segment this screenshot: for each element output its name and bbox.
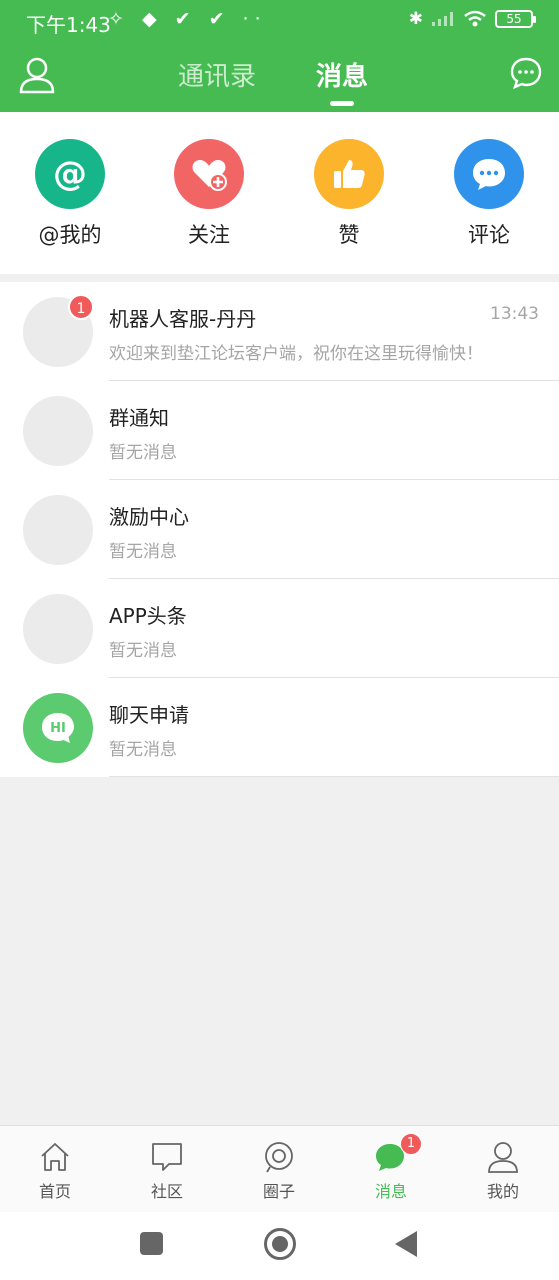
nav-label: 圈子 [262, 1182, 295, 1201]
nav-messages[interactable]: 1 消息 [351, 1133, 431, 1202]
avatar [23, 594, 93, 664]
battery-icon: 55 [495, 10, 536, 28]
message-row-app-headline[interactable]: APP头条 暂无消息 [0, 579, 559, 678]
quick-comment[interactable]: 评论 [434, 139, 544, 249]
app-header: 下午1:43 ✧ ◆ ✔ ✔ ·· ✱ 55 通讯录 消息 [0, 0, 559, 112]
message-preview: 暂无消息 [109, 542, 177, 562]
status-right: ✱ 55 [408, 9, 536, 29]
signal-icon [432, 12, 453, 26]
wifi-icon [464, 10, 486, 27]
message-preview: 暂无消息 [109, 641, 177, 661]
quick-label: 赞 [338, 223, 360, 247]
bottom-nav: 首页 社区 圈子 1 消息 我的 [0, 1125, 559, 1212]
message-preview: 暂无消息 [109, 443, 177, 463]
community-icon [150, 1140, 184, 1174]
quick-actions: @ @我的 关注 赞 评论 [0, 112, 559, 274]
quick-label: 评论 [468, 223, 510, 247]
nav-label: 我的 [486, 1182, 519, 1201]
nav-profile[interactable]: 我的 [463, 1140, 543, 1202]
heart-plus-icon [174, 139, 244, 209]
tab-messages[interactable]: 消息 [316, 56, 368, 93]
message-row-group-notice[interactable]: 群通知 暂无消息 [0, 381, 559, 480]
message-preview: 欢迎来到垫江论坛客户端，祝你在这里玩得愉快！ [109, 344, 483, 364]
svg-text:@: @ [53, 154, 87, 194]
message-row-chat-request[interactable]: HI 聊天申请 暂无消息 [0, 678, 559, 777]
thumbs-up-icon [314, 139, 384, 209]
message-row-robot[interactable]: 1 机器人客服-丹丹 13:43 欢迎来到垫江论坛客户端，祝你在这里玩得愉快！ [0, 282, 559, 381]
profile-icon [486, 1140, 520, 1174]
active-tab-indicator [330, 101, 354, 106]
quick-like[interactable]: 赞 [294, 139, 404, 249]
chat-bubble-icon[interactable] [509, 56, 543, 90]
nav-label: 首页 [38, 1182, 71, 1201]
message-title: APP头条 [109, 604, 187, 628]
notification-icons: ✧ ◆ ✔ ✔ ·· [108, 8, 267, 30]
avatar [23, 495, 93, 565]
message-icon: 1 [374, 1133, 422, 1174]
message-title: 聊天申请 [109, 703, 189, 727]
message-title: 群通知 [109, 406, 169, 430]
message-title: 机器人客服-丹丹 [109, 307, 257, 331]
quick-follow[interactable]: 关注 [154, 139, 264, 249]
nav-label: 消息 [374, 1182, 407, 1201]
system-nav-bar [0, 1212, 559, 1280]
hi-avatar-text: HI [50, 721, 66, 736]
bluetooth-icon: ✱ [408, 9, 423, 29]
avatar [23, 396, 93, 466]
nav-home[interactable]: 首页 [15, 1140, 95, 1202]
recent-apps-icon[interactable] [140, 1232, 163, 1255]
hi-avatar-icon: HI [23, 693, 93, 763]
divider [109, 776, 559, 777]
circle-icon [262, 1140, 296, 1174]
nav-label: 社区 [150, 1182, 183, 1201]
message-preview: 暂无消息 [109, 740, 177, 760]
quick-at-me[interactable]: @ @我的 [15, 139, 125, 249]
message-time: 13:43 [490, 304, 539, 324]
tab-contacts[interactable]: 通讯录 [178, 56, 256, 93]
user-icon[interactable] [18, 56, 56, 94]
comment-icon [454, 139, 524, 209]
message-list: 1 机器人客服-丹丹 13:43 欢迎来到垫江论坛客户端，祝你在这里玩得愉快！ … [0, 282, 559, 777]
back-icon[interactable] [395, 1231, 417, 1257]
quick-label: @我的 [38, 223, 102, 247]
home-icon [38, 1140, 72, 1174]
top-nav: 通讯录 消息 [0, 42, 559, 112]
nav-circle[interactable]: 圈子 [239, 1140, 319, 1202]
message-title: 激励中心 [109, 505, 189, 529]
home-button-icon[interactable] [264, 1228, 296, 1260]
unread-badge: 1 [68, 294, 94, 320]
nav-community[interactable]: 社区 [127, 1140, 207, 1202]
status-time: 下午1:43 [26, 13, 111, 37]
nav-badge: 1 [400, 1133, 422, 1155]
message-row-incentive[interactable]: 激励中心 暂无消息 [0, 480, 559, 579]
at-icon: @ [35, 139, 105, 209]
status-bar: 下午1:43 ✧ ◆ ✔ ✔ ·· ✱ 55 [0, 0, 559, 42]
quick-label: 关注 [188, 223, 230, 247]
